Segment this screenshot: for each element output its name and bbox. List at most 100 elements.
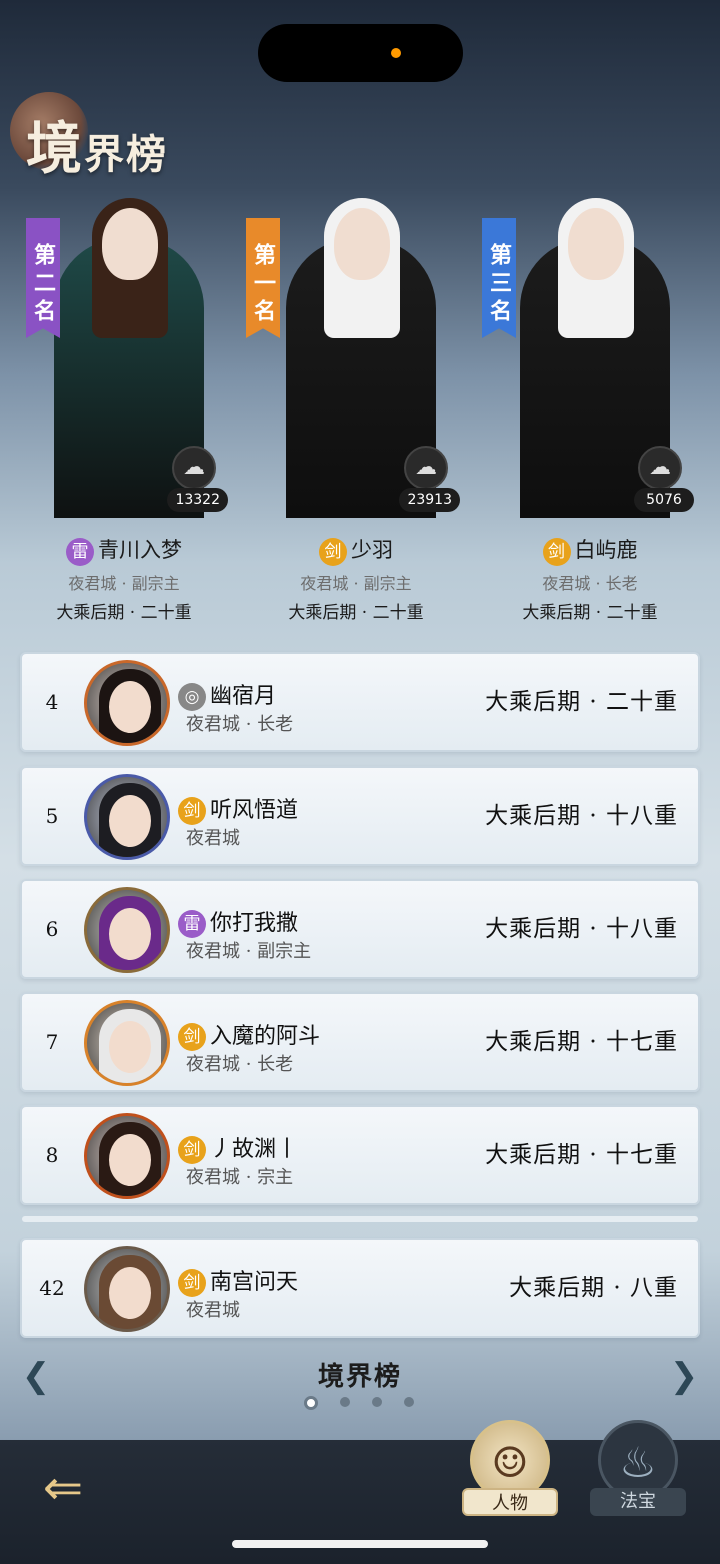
row-rank: 7: [45, 1030, 59, 1054]
portrait-face: [102, 208, 158, 280]
privacy-indicator-dot: [391, 48, 401, 58]
portrait-face: [334, 208, 390, 280]
avatar-face: [109, 1134, 151, 1186]
row-realm: 大乘后期 · 十八重: [485, 916, 678, 942]
row-sect: 夜君城 · 副宗主: [186, 941, 312, 962]
page-dot[interactable]: [404, 1397, 414, 1407]
row-sect: 夜君城: [186, 828, 240, 849]
row-rank: 8: [45, 1143, 59, 1167]
element-badge: 剑: [178, 797, 206, 825]
page-dot[interactable]: [372, 1397, 382, 1407]
avatar[interactable]: [84, 1113, 170, 1199]
row-name: 丿故渊丨: [210, 1137, 299, 1162]
cloud-emblem-icon: ☁: [404, 446, 448, 490]
avatar[interactable]: [84, 660, 170, 746]
row-realm: 大乘后期 · 十七重: [485, 1142, 678, 1168]
avatar-face: [109, 681, 151, 733]
avatar[interactable]: [84, 774, 170, 860]
board-title: 境界榜: [317, 1362, 402, 1392]
home-indicator: [232, 1540, 488, 1548]
element-badge: 剑: [319, 537, 347, 566]
row-name-line: 雷你打我撒: [178, 905, 298, 938]
row-sect: 夜君城 · 宗主: [186, 1167, 294, 1188]
row-name: 听风悟道: [210, 798, 299, 823]
camera-notch: [258, 24, 463, 82]
wind-element-icon: ◎: [178, 683, 206, 711]
element-badge: 剑: [178, 1136, 206, 1164]
back-arrow-icon[interactable]: ⇐: [26, 1456, 100, 1520]
page-dot[interactable]: [340, 1397, 350, 1407]
podium-rank-3[interactable]: 第三名 ☁ 5076 剑白屿鹿 夜君城 · 长老 大乘后期 · 二十重: [480, 178, 700, 708]
character-portrait: 第一名 ☁ 23913: [246, 178, 466, 518]
rank-banner: 第三名: [482, 218, 516, 338]
podium-rank-2[interactable]: 第二名 ☁ 13322 雷青川入梦 夜君城 · 副宗主 大乘后期 · 二十重: [14, 178, 234, 708]
row-rank: 6: [45, 917, 59, 941]
row-rank: 5: [45, 804, 59, 828]
player-sect: 夜君城 · 副宗主: [300, 574, 412, 593]
avatar[interactable]: [84, 887, 170, 973]
ranking-row[interactable]: 5 剑听风悟道 夜君城 大乘后期 · 十八重: [20, 766, 700, 866]
row-realm: 大乘后期 · 十八重: [485, 803, 678, 829]
row-sect: 夜君城: [186, 1300, 240, 1321]
ranking-row[interactable]: 4 ◎ 幽宿月 夜君城 · 长老 大乘后期 · 二十重: [20, 652, 700, 752]
player-name-line: 剑白屿鹿: [480, 534, 700, 566]
page-dot-active[interactable]: [304, 1395, 318, 1410]
row-sect: 夜君城 · 长老: [186, 714, 294, 735]
tab-treasure[interactable]: ♨ 法宝: [590, 1420, 686, 1520]
player-realm: 大乘后期 · 二十重: [56, 603, 192, 623]
list-divider: [22, 1216, 698, 1222]
row-name: 入魔的阿斗: [210, 1024, 321, 1049]
podium-rank-1[interactable]: 第一名 ☁ 23913 剑少羽 夜君城 · 副宗主 大乘后期 · 二十重: [246, 178, 466, 708]
player-realm: 大乘后期 · 二十重: [288, 603, 424, 623]
row-sect: 夜君城 · 长老: [186, 1054, 294, 1075]
ranking-row[interactable]: 8 剑丿故渊丨 夜君城 · 宗主 大乘后期 · 十七重: [20, 1105, 700, 1205]
power-value: 5076: [634, 488, 694, 512]
avatar-face: [109, 1021, 151, 1073]
page-title: 境界榜: [26, 104, 168, 185]
player-name: 少羽: [351, 538, 393, 562]
row-name-line: 剑南宫问天: [178, 1264, 298, 1297]
cloud-emblem-icon: ☁: [172, 446, 216, 490]
rank-banner: 第二名: [26, 218, 60, 338]
row-realm: 大乘后期 · 二十重: [485, 689, 678, 715]
row-rank: 42: [39, 1276, 65, 1300]
avatar[interactable]: [84, 1246, 170, 1332]
portrait-face: [568, 208, 624, 280]
element-badge: 剑: [178, 1023, 206, 1051]
player-name-line: 剑少羽: [246, 534, 466, 566]
player-name: 白屿鹿: [574, 538, 638, 562]
character-portrait: 第三名 ☁ 5076: [480, 178, 700, 518]
avatar-face: [109, 1267, 151, 1319]
row-name: 你打我撒: [210, 911, 299, 936]
player-sect: 夜君城 · 长老: [542, 574, 638, 593]
page-indicator: [304, 1392, 436, 1411]
element-badge: 雷: [66, 537, 94, 566]
page-title-rest: 界榜: [84, 131, 168, 178]
row-name-line: 剑丿故渊丨: [178, 1131, 298, 1164]
row-name-line: ◎ 幽宿月: [178, 678, 276, 711]
cloud-emblem-icon: ☁: [638, 446, 682, 490]
element-badge: 剑: [542, 537, 571, 566]
player-sect: 夜君城 · 副宗主: [68, 574, 180, 593]
row-rank: 4: [45, 690, 59, 714]
player-realm: 大乘后期 · 二十重: [522, 603, 658, 623]
element-badge: 雷: [178, 910, 206, 938]
tab-treasure-label: 法宝: [590, 1488, 686, 1516]
ranking-row[interactable]: 7 剑入魔的阿斗 夜君城 · 长老 大乘后期 · 十七重: [20, 992, 700, 1092]
power-value: 23913: [399, 488, 460, 512]
power-value: 13322: [167, 488, 228, 512]
page-title-first-char: 境: [26, 116, 84, 182]
row-name: 南宫问天: [210, 1270, 299, 1295]
rank-banner: 第一名: [246, 218, 280, 338]
avatar-face: [109, 795, 151, 847]
player-name: 青川入梦: [98, 538, 182, 562]
my-ranking-row[interactable]: 42 剑南宫问天 夜君城 大乘后期 · 八重: [20, 1238, 700, 1338]
row-realm: 大乘后期 · 十七重: [485, 1029, 678, 1055]
player-name-line: 雷青川入梦: [14, 534, 234, 566]
arrow-right-icon[interactable]: ❯: [664, 1356, 704, 1396]
avatar[interactable]: [84, 1000, 170, 1086]
row-name: 幽宿月: [210, 684, 277, 709]
row-name-line: 剑听风悟道: [178, 792, 298, 825]
tab-people[interactable]: ☺ 人物: [462, 1420, 558, 1520]
ranking-row[interactable]: 6 雷你打我撒 夜君城 · 副宗主 大乘后期 · 十八重: [20, 879, 700, 979]
